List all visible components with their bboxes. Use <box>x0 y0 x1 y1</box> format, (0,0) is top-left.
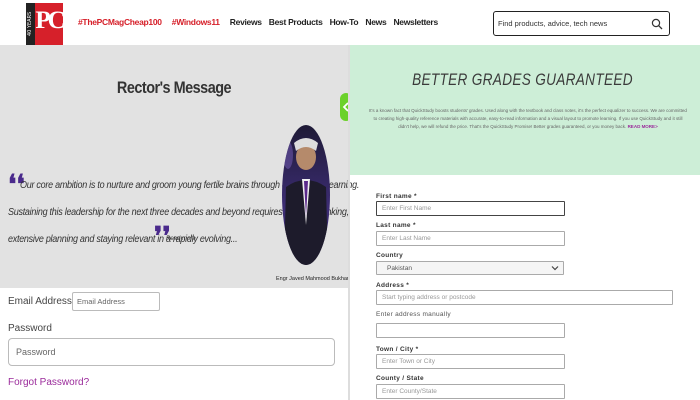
nav-item-how-to[interactable]: How-To <box>330 17 359 27</box>
quote-line-3: extensive planning and staying relevant … <box>8 234 238 245</box>
address-label: Address * <box>376 282 410 289</box>
town-city-label: Town / City * <box>376 346 419 353</box>
country-label: Country <box>376 252 404 259</box>
county-state-label: County / State <box>376 375 424 382</box>
search-box <box>493 11 670 36</box>
manual-address-field[interactable] <box>376 323 565 338</box>
search-icon[interactable] <box>651 18 663 30</box>
last-name-label: Last name * <box>376 222 416 229</box>
nav-tag-cheap100[interactable]: #ThePCMagCheap100 <box>78 17 162 27</box>
forgot-password-link[interactable]: Forgot Password? <box>8 377 89 388</box>
password-field[interactable] <box>8 338 335 366</box>
pcmag-logo[interactable]: 40 YEARS PC <box>26 3 66 45</box>
top-nav: #ThePCMagCheap100 #Windows11 Reviews Bes… <box>78 17 443 27</box>
search-input[interactable] <box>498 15 648 32</box>
town-city-field[interactable] <box>376 354 565 369</box>
chevron-down-icon <box>551 266 559 271</box>
nav-item-news[interactable]: News <box>365 17 386 27</box>
country-select[interactable]: Pakistan <box>376 261 564 275</box>
enter-address-manually-link[interactable]: Enter address manually <box>376 311 451 318</box>
logo-text: PC <box>35 7 65 34</box>
email-field[interactable] <box>72 292 160 311</box>
page: 40 YEARS PC #ThePCMagCheap100 #Windows11… <box>0 0 700 400</box>
promo-read-more-link[interactable]: READ MORE> <box>628 124 658 129</box>
email-label: Email Address <box>8 296 72 307</box>
rector-name: Engr Javed Mahmood Bukhari <box>276 276 350 282</box>
first-name-field[interactable] <box>376 201 565 216</box>
county-state-field[interactable] <box>376 384 565 399</box>
promo-body: It's a known fact that QuickStudy boosts… <box>369 107 687 131</box>
nav-item-newsletters[interactable]: Newsletters <box>393 17 438 27</box>
nav-item-best-products[interactable]: Best Products <box>269 17 323 27</box>
address-field[interactable] <box>376 290 673 305</box>
logo-years: 40 YEARS <box>26 3 35 45</box>
first-name-label: First name * <box>376 193 417 200</box>
rector-title: Rector's Message <box>116 78 232 97</box>
read-more-link[interactable]: Read more <box>166 236 196 242</box>
last-name-field[interactable] <box>376 231 565 246</box>
country-selected-value: Pakistan <box>387 265 412 272</box>
nav-tag-windows11[interactable]: #Windows11 <box>172 17 220 27</box>
site-header: 40 YEARS PC #ThePCMagCheap100 #Windows11… <box>0 0 700 45</box>
password-label: Password <box>8 323 52 334</box>
rector-portrait <box>282 125 330 265</box>
nav-item-reviews[interactable]: Reviews <box>230 17 262 27</box>
promo-title: BETTER GRADES GUARANTEED <box>412 70 633 89</box>
